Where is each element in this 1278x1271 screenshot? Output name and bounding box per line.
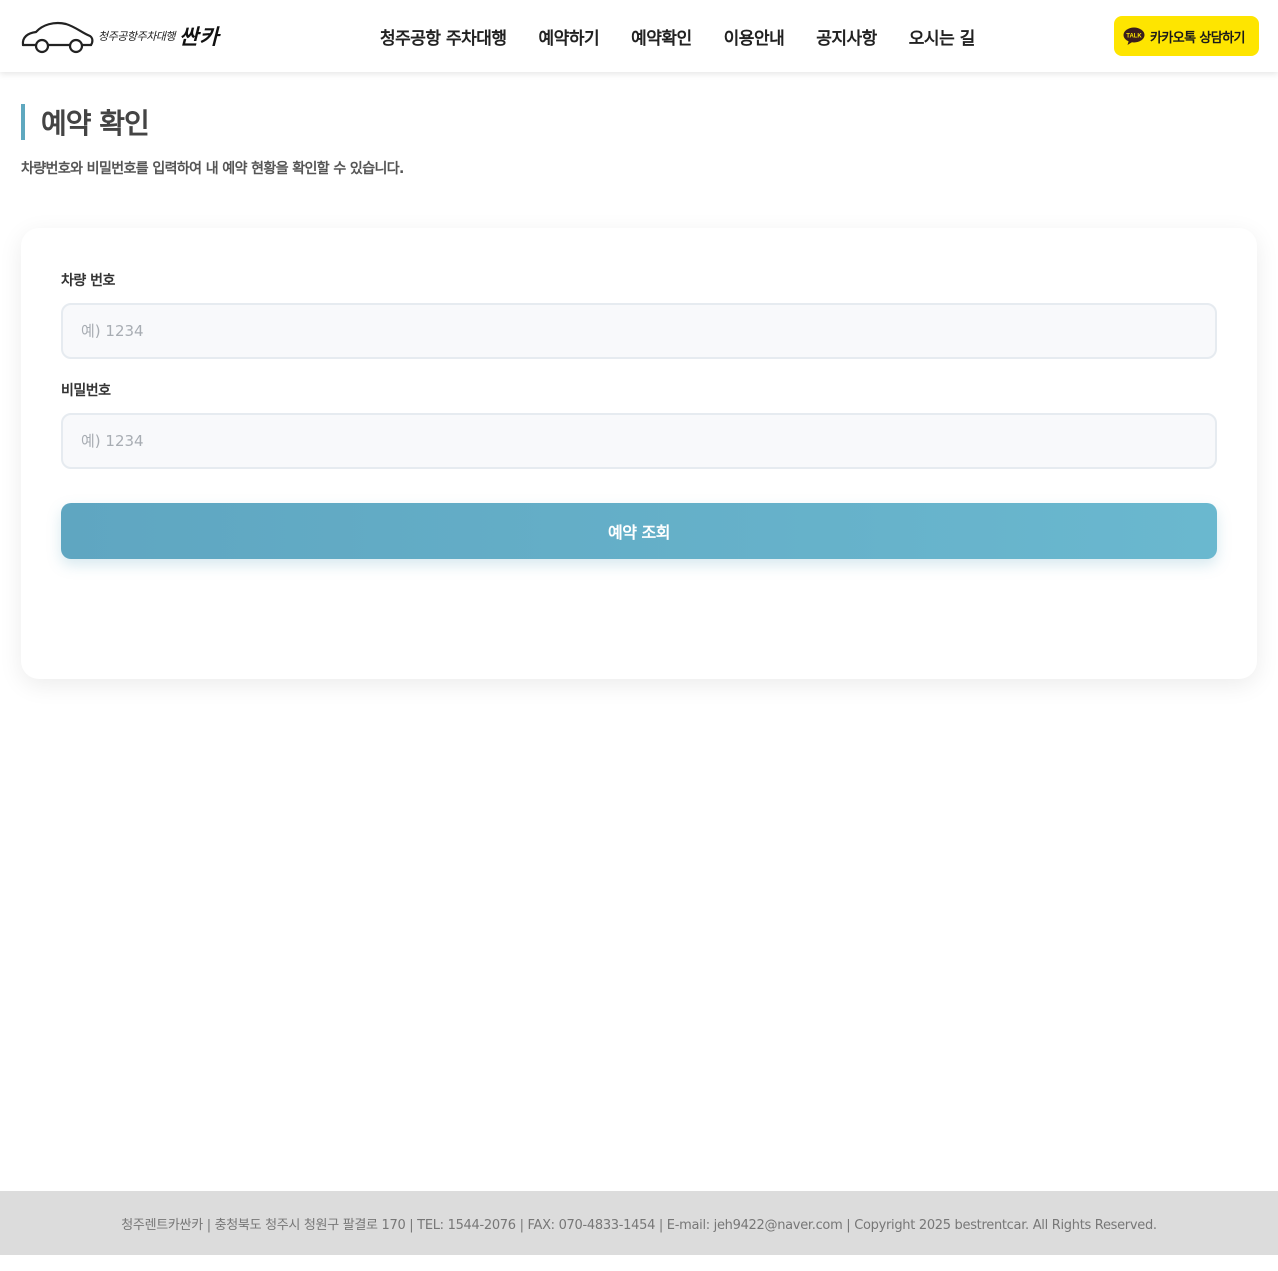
- page-description: 차량번호와 비밀번호를 입력하여 내 예약 현황을 확인할 수 있습니다.: [21, 161, 404, 177]
- page-title: 예약 확인: [41, 107, 150, 140]
- site-logo[interactable]: 청주공항주차대행 싼카: [20, 14, 220, 58]
- site-footer: 청주렌트카싼카 | 충청북도 청주시 청원구 팔결로 170 | TEL: 15…: [0, 1191, 1278, 1255]
- logo-brand: 싼카: [178, 24, 220, 49]
- reservation-lookup-card: 차량 번호 비밀번호 예약 조회: [21, 228, 1257, 679]
- main-nav: 청주공항 주차대행 예약하기 예약확인 이용안내 공지사항 오시는 길: [364, 0, 991, 72]
- password-input[interactable]: [61, 413, 1217, 469]
- nav-item-notice[interactable]: 공지사항: [800, 24, 893, 49]
- logo-text: 청주공항주차대행: [98, 30, 175, 43]
- car-outline-icon: [21, 21, 94, 54]
- nav-item-parking-service[interactable]: 청주공항 주차대행: [364, 24, 523, 49]
- car-number-label: 차량 번호: [61, 273, 115, 289]
- kakaotalk-icon-text: TALK: [1126, 33, 1142, 39]
- site-header: 청주공항주차대행 싼카 청주공항 주차대행 예약하기 예약확인 이용안내 공지사…: [0, 0, 1278, 72]
- page-title-block: 예약 확인: [21, 104, 150, 140]
- nav-item-reserve[interactable]: 예약하기: [523, 24, 616, 49]
- reservation-lookup-button[interactable]: 예약 조회: [61, 503, 1217, 559]
- password-label: 비밀번호: [61, 383, 111, 399]
- kakao-consult-label: 카카오톡 상담하기: [1150, 30, 1245, 46]
- footer-info: 청주렌트카싼카 | 충청북도 청주시 청원구 팔결로 170 | TEL: 15…: [121, 1217, 1157, 1233]
- car-number-input[interactable]: [61, 303, 1217, 359]
- nav-item-reservation-check[interactable]: 예약확인: [615, 24, 708, 49]
- kakaotalk-icon: TALK: [1123, 27, 1145, 45]
- kakao-consult-button[interactable]: TALK 카카오톡 상담하기: [1114, 16, 1259, 56]
- nav-item-guide[interactable]: 이용안내: [708, 24, 801, 49]
- nav-item-directions[interactable]: 오시는 길: [893, 24, 991, 49]
